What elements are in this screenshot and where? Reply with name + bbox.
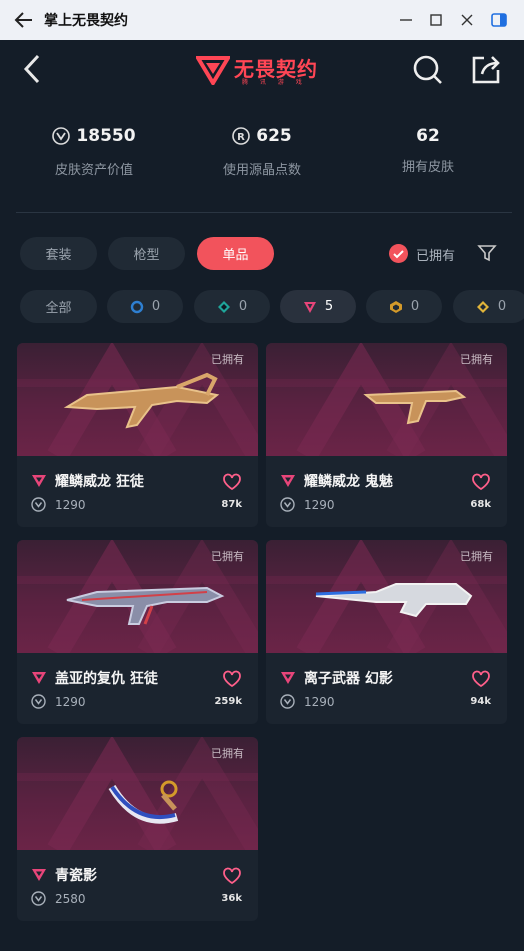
- vp-coin-icon: [31, 891, 46, 906]
- vp-coin-icon: [280, 497, 295, 512]
- stat-value: 625: [256, 126, 292, 146]
- skin-price: 1290: [304, 497, 335, 512]
- skin-price: 1290: [304, 694, 335, 709]
- maximize-icon[interactable]: [426, 10, 446, 30]
- heart-icon[interactable]: [222, 473, 242, 491]
- premium-tier-icon: [281, 672, 295, 684]
- like-count: 68k: [470, 499, 491, 510]
- skin-art: 已拥有: [17, 343, 258, 456]
- tier-count: 0: [151, 299, 161, 314]
- skin-art: 已拥有: [17, 737, 258, 850]
- sidebar-toggle-icon[interactable]: [489, 10, 509, 30]
- heart-icon[interactable]: [222, 867, 242, 885]
- stat-skin-value: 18550 皮肤资产价值: [14, 126, 174, 178]
- tab-bundles[interactable]: 套装: [20, 237, 97, 270]
- premium-tier-icon: [32, 672, 46, 684]
- stat-label: 皮肤资产价值: [54, 163, 133, 178]
- tier-count: 0: [410, 299, 420, 314]
- skin-art: 已拥有: [266, 540, 507, 653]
- stat-owned-skins: 62 拥有皮肤: [348, 126, 508, 175]
- skin-art: 已拥有: [266, 343, 507, 456]
- skin-price: 1290: [55, 694, 86, 709]
- stat-value: 18550: [76, 126, 136, 146]
- deluxe-tier-icon: [217, 300, 230, 313]
- tier-filter-deluxe[interactable]: 0: [194, 290, 270, 323]
- svg-text:R: R: [237, 132, 245, 143]
- like-count: 259k: [214, 696, 242, 707]
- tab-weapon-type[interactable]: 枪型: [108, 237, 185, 270]
- weapon-image: [108, 780, 179, 824]
- select-tier-icon: [130, 300, 144, 313]
- skin-price: 2580: [55, 891, 86, 906]
- skin-card[interactable]: 已拥有 耀鳞威龙 狂徒 1290 87k: [17, 343, 258, 527]
- stat-label: 使用源晶点数: [222, 163, 301, 178]
- exclusive-tier-icon: [389, 300, 402, 313]
- skin-card[interactable]: 已拥有 耀鳞威龙 鬼魅 1290 68k: [266, 343, 507, 527]
- heart-icon[interactable]: [471, 670, 491, 688]
- app-container: 无畏契约 腾 讯 游 戏 18550 皮肤资产价值 R 625 使用源晶点数 6…: [0, 40, 524, 951]
- weapon-image: [315, 583, 473, 618]
- vp-coin-icon: [31, 694, 46, 709]
- share-icon[interactable]: [470, 52, 502, 86]
- owned-checkbox[interactable]: [389, 244, 408, 263]
- divider: [16, 212, 512, 213]
- valorant-logo: 无畏契约 腾 讯 游 戏: [196, 50, 328, 90]
- vp-coin-icon: [52, 127, 71, 145]
- ultra-tier-icon: [476, 300, 489, 313]
- heart-icon[interactable]: [471, 473, 491, 491]
- tier-filter-all[interactable]: 全部: [20, 290, 97, 323]
- premium-tier-icon: [281, 475, 295, 487]
- owned-filter-label[interactable]: 已拥有: [416, 245, 455, 264]
- tier-filter-ultra[interactable]: 0: [453, 290, 524, 323]
- valorant-logo-icon: [196, 56, 230, 85]
- filter-icon[interactable]: [476, 242, 498, 264]
- minimize-icon[interactable]: [396, 10, 416, 30]
- skin-card[interactable]: 已拥有 青瓷影 2580 36k: [17, 737, 258, 921]
- weapon-image: [63, 372, 220, 429]
- skin-art: 已拥有: [17, 540, 258, 653]
- skin-card[interactable]: 已拥有 离子武器 幻影 1290 94k: [266, 540, 507, 724]
- back-chevron-icon[interactable]: [18, 52, 48, 86]
- heart-icon[interactable]: [222, 670, 242, 688]
- radianite-icon: R: [232, 127, 251, 145]
- skin-name: 青瓷影: [55, 868, 97, 884]
- skin-name: 耀鳞威龙 鬼魅: [304, 474, 393, 490]
- skin-name: 耀鳞威龙 狂徒: [55, 474, 144, 490]
- tier-count: 0: [497, 299, 507, 314]
- tier-filter-select[interactable]: 0: [107, 290, 183, 323]
- stat-radianite-points: R 625 使用源晶点数: [182, 126, 342, 178]
- check-icon: [393, 250, 404, 259]
- like-count: 36k: [221, 893, 242, 904]
- stat-label: 拥有皮肤: [401, 160, 454, 175]
- window-title: 掌上无畏契约: [44, 13, 128, 29]
- stat-value: 62: [416, 126, 440, 146]
- window-titlebar: 掌上无畏契约: [0, 0, 524, 40]
- skin-name: 盖亚的复仇 狂徒: [55, 671, 158, 687]
- skin-card[interactable]: 已拥有 盖亚的复仇 狂徒 1290 259k: [17, 540, 258, 724]
- weapon-image: [66, 586, 225, 625]
- tier-count: 5: [324, 299, 334, 314]
- close-icon[interactable]: [457, 10, 477, 30]
- vp-coin-icon: [31, 497, 46, 512]
- weapon-image: [363, 389, 467, 425]
- back-arrow-icon[interactable]: [12, 8, 36, 32]
- vp-coin-icon: [280, 694, 295, 709]
- tier-filter-exclusive[interactable]: 0: [366, 290, 442, 323]
- logo-subtext: 腾 讯 游 戏: [242, 79, 307, 86]
- tier-filter-premium[interactable]: 5: [280, 290, 356, 323]
- premium-tier-icon: [303, 301, 316, 313]
- tab-single-items[interactable]: 单品: [197, 237, 274, 270]
- skin-name: 离子武器 幻影: [304, 671, 393, 687]
- skin-price: 1290: [55, 497, 86, 512]
- tier-label: 全部: [45, 301, 72, 316]
- tier-count: 0: [238, 299, 248, 314]
- premium-tier-icon: [32, 869, 46, 881]
- like-count: 94k: [470, 696, 491, 707]
- premium-tier-icon: [32, 475, 46, 487]
- like-count: 87k: [221, 499, 242, 510]
- search-icon[interactable]: [412, 54, 444, 86]
